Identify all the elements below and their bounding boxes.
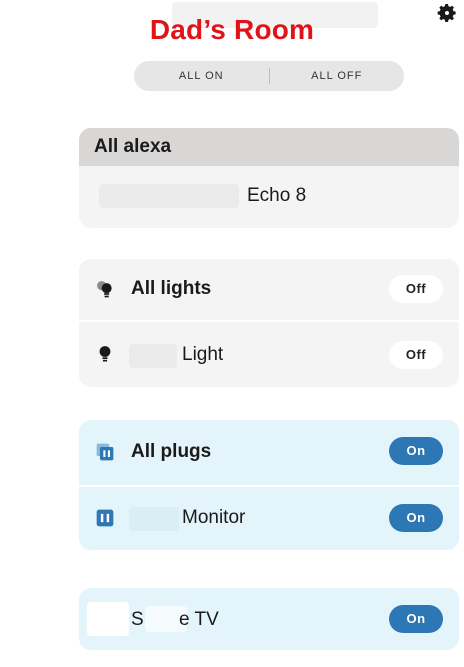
- all-lights-row[interactable]: All lights Off: [79, 259, 459, 320]
- light-device-row[interactable]: Light Off: [79, 320, 459, 387]
- all-lights-label: All lights: [131, 278, 212, 299]
- all-lights-toggle[interactable]: Off: [389, 275, 443, 303]
- all-off-button[interactable]: ALL OFF: [270, 61, 405, 91]
- monitor-label: Monitor: [182, 507, 246, 528]
- bulb-icon: [99, 346, 111, 362]
- redacted-area: [129, 507, 179, 531]
- page-title: Dad’s Room: [149, 14, 315, 45]
- lights-card: All lights Off Light Off: [79, 259, 459, 387]
- alexa-device-row[interactable]: Echo 8: [79, 166, 459, 228]
- monitor-toggle[interactable]: On: [389, 504, 443, 532]
- all-plugs-label: All plugs: [131, 441, 212, 462]
- tv-toggle[interactable]: On: [389, 605, 443, 633]
- all-on-button[interactable]: ALL ON: [134, 61, 269, 91]
- tv-label-suffix: e TV: [179, 609, 219, 630]
- plug-icon: [96, 509, 114, 527]
- light-toggle[interactable]: Off: [389, 341, 443, 369]
- gear-icon[interactable]: [436, 2, 458, 24]
- redacted-area: [99, 184, 239, 208]
- plugs-card: All plugs On Monitor On: [79, 420, 459, 550]
- tv-card: S e TV On: [79, 588, 459, 650]
- monitor-row[interactable]: Monitor On: [79, 485, 459, 550]
- tv-row[interactable]: S e TV On: [79, 588, 459, 650]
- tv-label-prefix: S: [131, 609, 144, 630]
- all-on-off-bar: ALL ON ALL OFF: [134, 61, 404, 91]
- plugs-icon: [96, 443, 114, 461]
- redacted-area: [87, 602, 129, 636]
- bulbs-icon: [97, 281, 112, 298]
- alexa-card: All alexa Echo 8: [79, 128, 459, 228]
- alexa-heading: All alexa: [79, 128, 459, 166]
- all-plugs-row[interactable]: All plugs On: [79, 420, 459, 485]
- redacted-area: [129, 344, 177, 368]
- all-plugs-toggle[interactable]: On: [389, 437, 443, 465]
- alexa-device-label: Echo 8: [247, 185, 307, 206]
- light-device-label: Light: [182, 344, 224, 365]
